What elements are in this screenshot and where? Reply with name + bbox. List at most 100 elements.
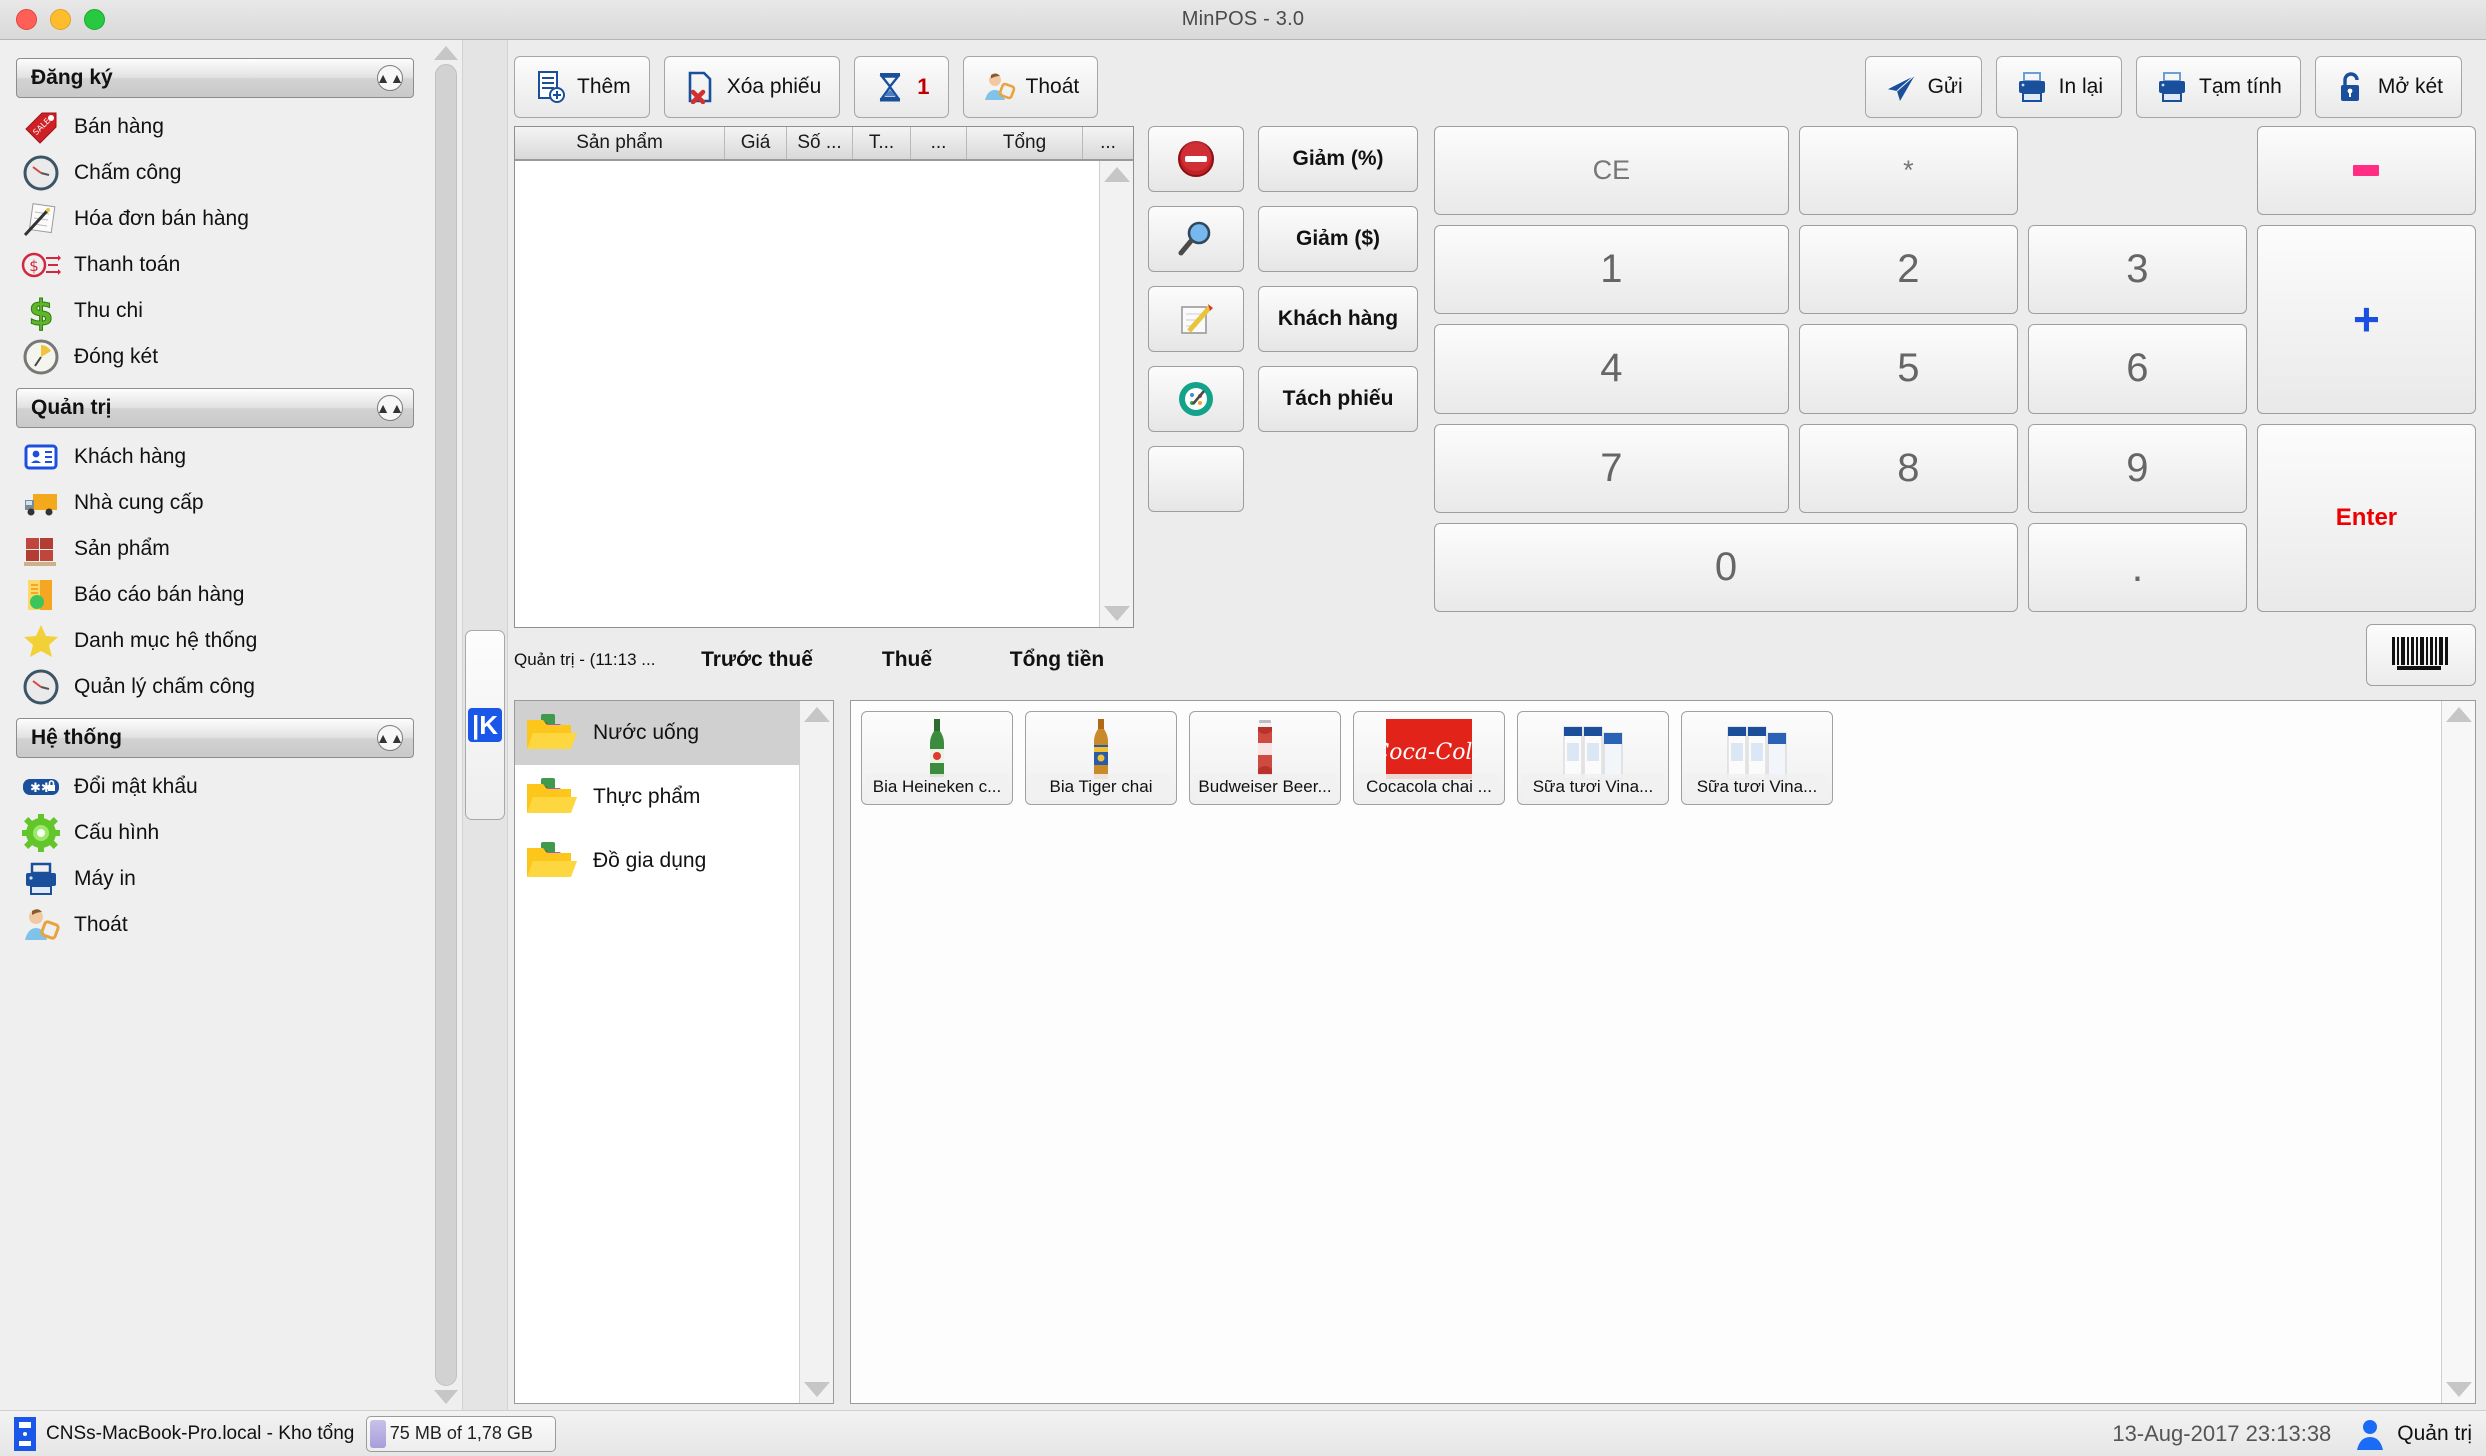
sidebar-item-label: Danh mục hệ thống [74,629,257,653]
key-ce[interactable]: CE [1434,126,1789,215]
category-item-thuc-pham[interactable]: Thực phẩm [515,765,799,829]
sidebar-item-danh-muc-he-thong[interactable]: Danh mục hệ thống [16,618,414,664]
sidebar-item-nha-cung-cap[interactable]: Nhà cung cấp [16,480,414,526]
product-tile-cocacola[interactable]: Coca-Cola Cocacola chai ... [1353,711,1505,805]
printer-icon [2155,70,2189,104]
theme-palette-button[interactable] [1148,366,1244,432]
sidebar-item-label: Khách hàng [74,445,186,469]
sidebar-item-doi-mat-khau[interactable]: ✱✱ Đổi mật khẩu [16,764,414,810]
category-item-do-gia-dung[interactable]: Đồ gia dụng [515,829,799,893]
sidebar-item-thu-chi[interactable]: $ Thu chi [16,288,414,334]
status-user-label: Quản trị [2397,1422,2472,1446]
key-1[interactable]: 1 [1434,225,1789,314]
product-tile-sua-tuoi-1[interactable]: Sữa tươi Vina... [1517,711,1669,805]
column-header-qty[interactable]: Số ... [787,127,853,159]
customer-button[interactable]: Khách hàng [1258,286,1418,352]
collapse-sidebar-button[interactable]: |K [465,630,505,820]
key-3[interactable]: 3 [2028,225,2247,314]
key-plus[interactable]: + [2257,225,2476,413]
key-5[interactable]: 5 [1799,324,2018,413]
send-button[interactable]: Gửi [1865,56,1982,118]
chevron-up-double-icon[interactable]: ▲▲ [377,65,403,91]
scroll-down-arrow-icon[interactable] [434,1390,458,1404]
product-tile-sua-tuoi-2[interactable]: Sữa tươi Vina... [1681,711,1833,805]
chevron-up-double-icon[interactable]: ▲▲ [377,725,403,751]
product-scrollbar[interactable] [2441,701,2475,1403]
exit-button[interactable]: Thoát [963,56,1099,118]
key-2[interactable]: 2 [1799,225,2018,314]
cart-scrollbar[interactable] [1099,161,1133,627]
sidebar-scrollbar[interactable] [430,40,462,1410]
sidebar-item-khach-hang[interactable]: Khách hàng [16,434,414,480]
sidebar-group-header-hethong[interactable]: Hệ thống ▲▲ [16,718,414,758]
category-item-nuoc-uong[interactable]: Nước uống [515,701,799,765]
category-scrollbar[interactable] [799,701,833,1403]
pending-orders-button[interactable]: 1 [854,56,948,118]
search-button[interactable] [1148,206,1244,272]
scroll-down-arrow-icon[interactable] [1104,606,1130,621]
key-dot[interactable]: . [2028,523,2247,612]
scroll-up-arrow-icon[interactable] [804,707,830,722]
key-9[interactable]: 9 [2028,424,2247,513]
scroll-up-arrow-icon[interactable] [434,46,458,60]
void-button[interactable] [1148,126,1244,192]
column-header-extra2[interactable]: ... [1083,127,1133,159]
sidebar-item-label: Sản phẩm [74,537,170,561]
sidebar-item-may-in[interactable]: Máy in [16,856,414,902]
sidebar-group-header-dangky[interactable]: Đăng ký ▲▲ [16,58,414,98]
column-header-product[interactable]: Sản phẩm [515,127,725,159]
key-6[interactable]: 6 [2028,324,2247,413]
scroll-up-arrow-icon[interactable] [1104,167,1130,182]
discount-percent-button[interactable]: Giảm (%) [1258,126,1418,192]
chevron-up-double-icon[interactable]: ▲▲ [377,395,403,421]
sidebar-item-cham-cong[interactable]: Chấm công [16,150,414,196]
sidebar-item-cau-hinh[interactable]: Cấu hình [16,810,414,856]
sidebar-item-bao-cao-ban-hang[interactable]: Báo cáo bán hàng [16,572,414,618]
sidebar-item-thanh-toan[interactable]: $ Thanh toán [16,242,414,288]
preview-total-button[interactable]: Tạm tính [2136,56,2301,118]
panel-splitter[interactable]: |K [462,40,508,1410]
cart-table-header: Sản phẩm Giá Số ... T... ... Tổng ... [515,127,1133,161]
barcode-scan-button[interactable] [2366,624,2476,686]
scroll-up-arrow-icon[interactable] [2446,707,2472,722]
scrollbar-thumb[interactable] [435,64,457,1386]
split-receipt-button[interactable]: Tách phiếu [1258,366,1418,432]
column-header-extra1[interactable]: ... [911,127,967,159]
key-minus[interactable] [2257,126,2476,215]
open-cashdrawer-button[interactable]: Mở két [2315,56,2462,118]
add-item-button[interactable]: Thêm [514,56,650,118]
key-0[interactable]: 0 [1434,523,2018,612]
delete-receipt-button[interactable]: Xóa phiếu [664,56,841,118]
memory-usage-indicator[interactable]: 75 MB of 1,78 GB [366,1416,556,1452]
send-paper-plane-icon [1884,70,1918,104]
column-header-t[interactable]: T... [853,127,911,159]
gear-icon [20,813,62,853]
scroll-down-arrow-icon[interactable] [804,1382,830,1397]
key-enter[interactable]: Enter [2257,424,2476,612]
product-tile-heineken[interactable]: Bia Heineken c... [861,711,1013,805]
palette-icon [1175,378,1217,420]
sidebar-item-quan-ly-cham-cong[interactable]: Quản lý chấm công [16,664,414,710]
key-4[interactable]: 4 [1434,324,1789,413]
product-tile-tiger[interactable]: Bia Tiger chai [1025,711,1177,805]
middle-row: Sản phẩm Giá Số ... T... ... Tổng ... [514,126,2476,686]
sidebar-item-dong-ket[interactable]: Đóng két [16,334,414,380]
edit-note-button[interactable] [1148,286,1244,352]
sidebar-item-thoat[interactable]: Thoát [16,902,414,948]
key-7[interactable]: 7 [1434,424,1789,513]
blank-button[interactable] [1148,446,1244,512]
window-title: MinPOS - 3.0 [0,8,2486,31]
sidebar-item-ban-hang[interactable]: SALE Bán hàng [16,104,414,150]
cart-rows-container[interactable] [515,161,1099,627]
column-header-total[interactable]: Tổng [967,127,1083,159]
reprint-button[interactable]: In lại [1996,56,2122,118]
key-star[interactable]: * [1799,126,2018,215]
column-header-price[interactable]: Giá [725,127,787,159]
sidebar-item-san-pham[interactable]: Sản phẩm [16,526,414,572]
sidebar-item-hoa-don-ban-hang[interactable]: Hóa đơn bán hàng [16,196,414,242]
scroll-down-arrow-icon[interactable] [2446,1382,2472,1397]
sidebar-group-header-quantri[interactable]: Quản trị ▲▲ [16,388,414,428]
key-8[interactable]: 8 [1799,424,2018,513]
discount-amount-button[interactable]: Giảm ($) [1258,206,1418,272]
product-tile-budweiser[interactable]: Budweiser Beer... [1189,711,1341,805]
